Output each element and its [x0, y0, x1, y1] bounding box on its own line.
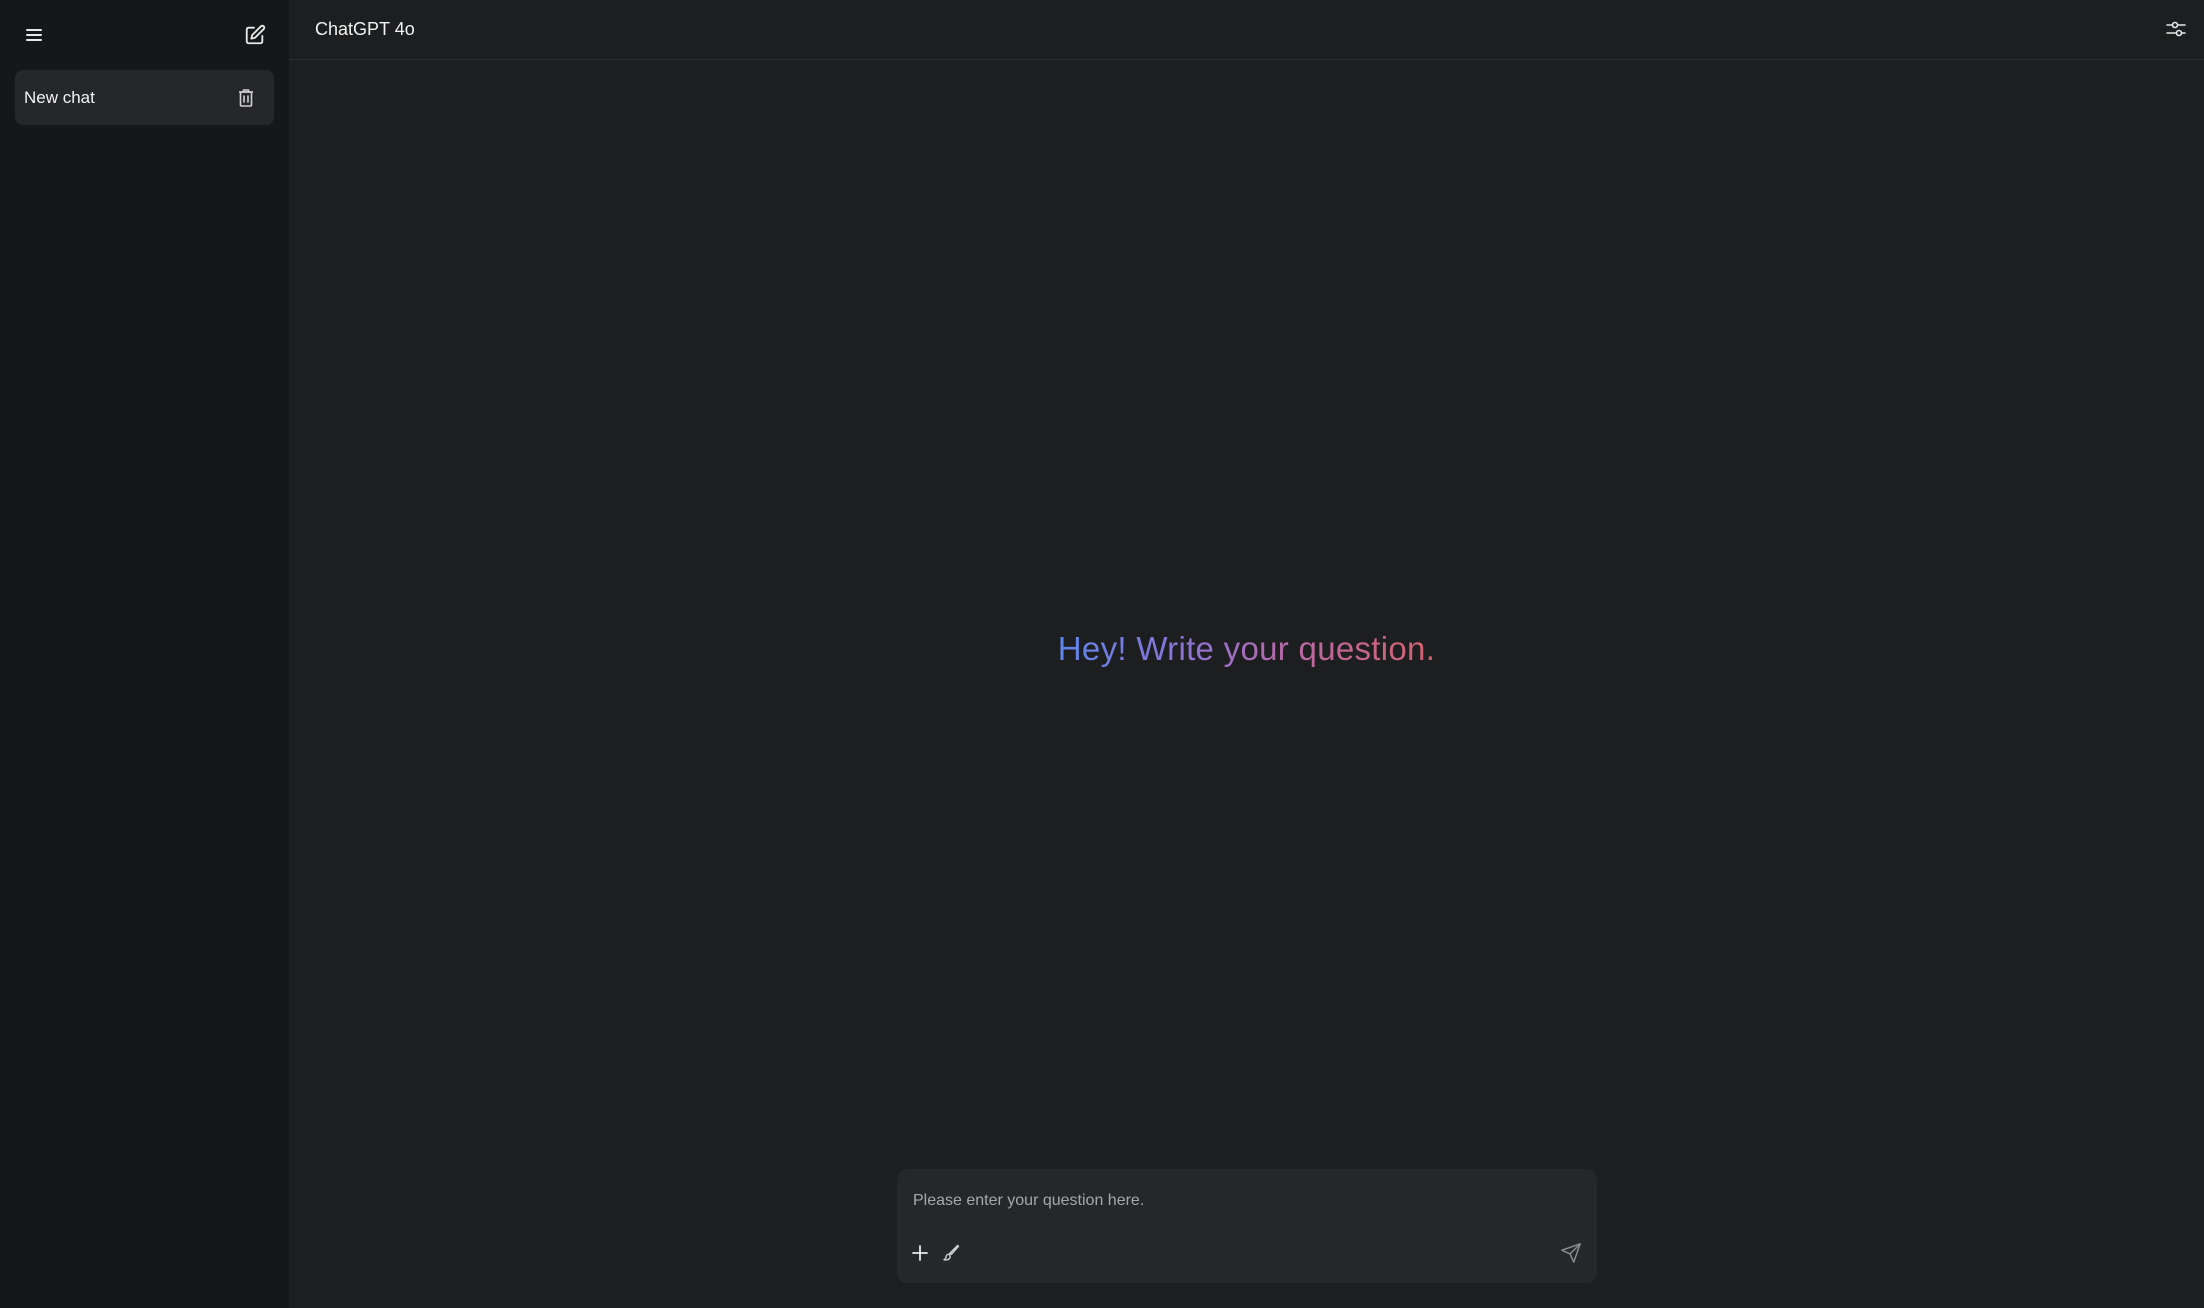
sliders-icon	[2166, 21, 2186, 37]
menu-button[interactable]	[15, 15, 55, 55]
brush-icon	[943, 1244, 960, 1261]
new-chat-button[interactable]	[235, 15, 275, 55]
trash-icon	[239, 89, 253, 107]
hamburger-menu-icon	[26, 29, 42, 41]
app-window: New chat ChatGPT 4o Hey! Write your ques…	[0, 0, 2204, 1308]
send-icon	[1561, 1243, 1581, 1263]
question-input[interactable]	[913, 1187, 1573, 1215]
chat-list-item[interactable]: New chat	[15, 70, 274, 125]
send-button[interactable]	[1553, 1235, 1589, 1271]
model-title[interactable]: ChatGPT 4o	[315, 19, 415, 40]
welcome-text: Hey! Write your question.	[1057, 630, 1436, 667]
settings-button[interactable]	[2156, 9, 2196, 49]
attach-button[interactable]	[903, 1236, 937, 1270]
plus-icon	[912, 1245, 928, 1261]
brush-button[interactable]	[934, 1236, 968, 1270]
delete-chat-button[interactable]	[226, 78, 266, 118]
message-composer	[897, 1169, 1597, 1283]
edit-square-icon	[245, 24, 266, 45]
chat-item-label: New chat	[24, 87, 95, 107]
sidebar: New chat	[0, 0, 289, 1308]
top-bar: ChatGPT 4o	[289, 0, 2204, 60]
welcome-message: Hey! Write your question.	[289, 630, 2204, 668]
